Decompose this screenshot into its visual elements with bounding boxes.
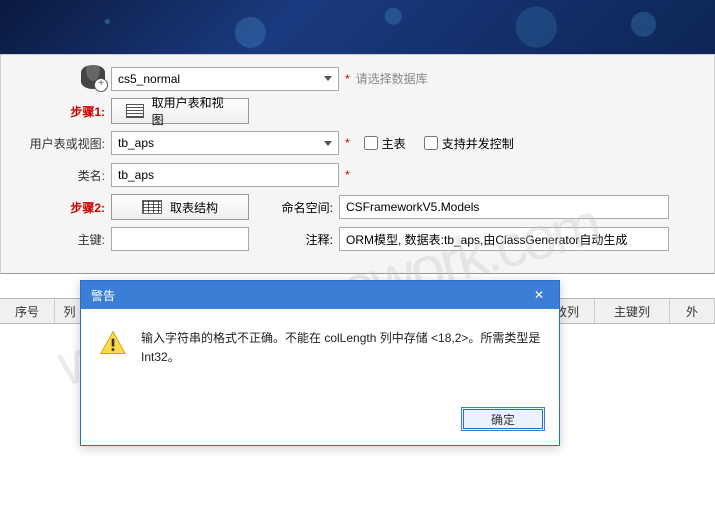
main-table-label: 主表 bbox=[382, 135, 406, 152]
database-hint: 请选择数据库 bbox=[356, 70, 428, 87]
dialog-message: 输入字符串的格式不正确。不能在 colLength 列中存储 <18,2>。所需… bbox=[141, 329, 541, 389]
database-value: cs5_normal bbox=[118, 72, 180, 86]
step2-label: 步骤2: bbox=[11, 199, 111, 216]
namespace-value: CSFrameworkV5.Models bbox=[346, 200, 479, 214]
concurrency-label: 支持并发控制 bbox=[442, 135, 514, 152]
caret-down-icon bbox=[324, 76, 332, 81]
fetch-struct-button[interactable]: 取表结构 bbox=[111, 194, 249, 220]
config-panel: cs5_normal * 请选择数据库 步骤1: 取用户表和视图 用户表或视图:… bbox=[0, 55, 715, 274]
required-marker: * bbox=[345, 72, 350, 86]
required-marker: * bbox=[345, 136, 350, 150]
comment-value: ORM模型, 数据表:tb_aps,由ClassGenerator自动生成 bbox=[346, 231, 627, 248]
fetch-tables-button[interactable]: 取用户表和视图 bbox=[111, 98, 249, 124]
col-seq[interactable]: 序号 bbox=[0, 299, 55, 323]
caret-down-icon bbox=[324, 141, 332, 146]
pk-label: 主键: bbox=[11, 231, 111, 248]
database-select[interactable]: cs5_normal bbox=[111, 67, 339, 91]
concurrency-input[interactable] bbox=[424, 136, 438, 150]
table-view-label: 用户表或视图: bbox=[11, 135, 111, 152]
class-name-label: 类名: bbox=[11, 167, 111, 184]
comment-input[interactable]: ORM模型, 数据表:tb_aps,由ClassGenerator自动生成 bbox=[339, 227, 669, 251]
table-view-value: tb_aps bbox=[118, 136, 154, 150]
grid-icon bbox=[142, 200, 162, 214]
fetch-icon bbox=[126, 104, 144, 118]
fetch-tables-label: 取用户表和视图 bbox=[152, 94, 234, 128]
class-name-value: tb_aps bbox=[118, 168, 154, 182]
class-name-input[interactable]: tb_aps bbox=[111, 163, 339, 187]
header-banner bbox=[0, 0, 715, 55]
col-pk[interactable]: 主键列 bbox=[595, 299, 670, 323]
pk-input[interactable] bbox=[111, 227, 249, 251]
table-view-select[interactable]: tb_aps bbox=[111, 131, 339, 155]
namespace-label: 命名空间: bbox=[279, 199, 339, 216]
warning-dialog: 警告 ✕ 输入字符串的格式不正确。不能在 colLength 列中存储 <18,… bbox=[80, 280, 560, 446]
close-icon: ✕ bbox=[534, 288, 544, 302]
fetch-struct-label: 取表结构 bbox=[170, 199, 218, 216]
database-icon bbox=[81, 65, 105, 89]
comment-label: 注释: bbox=[279, 231, 339, 248]
warning-icon bbox=[99, 329, 127, 357]
step1-label: 步骤1: bbox=[11, 103, 111, 120]
main-table-checkbox[interactable]: 主表 bbox=[364, 135, 406, 152]
concurrency-checkbox[interactable]: 支持并发控制 bbox=[424, 135, 514, 152]
namespace-input[interactable]: CSFrameworkV5.Models bbox=[339, 195, 669, 219]
dialog-ok-button[interactable]: 确定 bbox=[461, 407, 545, 431]
required-marker: * bbox=[345, 168, 350, 182]
col-fk[interactable]: 外 bbox=[670, 299, 715, 323]
dialog-title: 警告 bbox=[91, 287, 115, 304]
dialog-titlebar[interactable]: 警告 ✕ bbox=[81, 281, 559, 309]
dialog-close-button[interactable]: ✕ bbox=[519, 281, 559, 309]
main-table-input[interactable] bbox=[364, 136, 378, 150]
